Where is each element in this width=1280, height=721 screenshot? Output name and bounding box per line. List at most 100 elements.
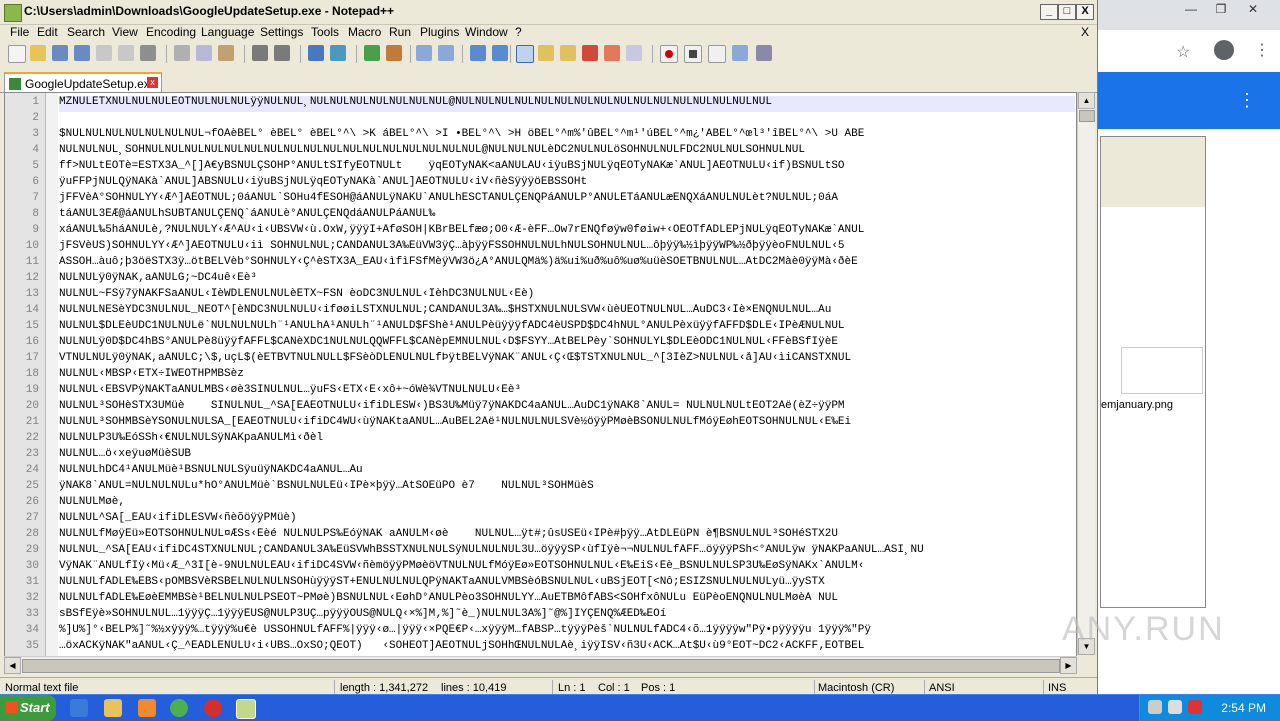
text-line[interactable]: $NULNULNULNULNULNULNUL¬fÕÀèBEL°¯èBEL°¯èB… — [59, 128, 1075, 144]
text-line[interactable]: xáANUL‰5háANULè,?NULNULY‹Æ^ÃU‹i‹UBSVW‹ù.… — [59, 224, 1075, 240]
text-line[interactable]: sBSfÈÿè»SOHNULNUL…1ÿÿÿÇ…1ÿÿÿÈUS@NULP3ÛÇ…… — [59, 608, 1075, 624]
scroll-up-icon[interactable]: ▲ — [1078, 92, 1095, 109]
browser-minimize-button[interactable]: — — [1178, 0, 1204, 18]
opera-icon[interactable] — [204, 699, 222, 717]
menu-settings[interactable]: Settings — [260, 25, 303, 39]
text-line[interactable]: NULNUL‹MBSP‹ETX÷ÌWEOTHPMBSèz — [59, 368, 1075, 384]
text-line[interactable]: NULNULP3Û‰EóSSh‹€NULNULSÿNAKpaANULMì‹ðèl — [59, 432, 1075, 448]
horizontal-scroll-thumb[interactable] — [22, 659, 1060, 673]
text-line[interactable]: NULNULNUL¸SOHNULNULNULNULNULNULNULNULNUL… — [59, 144, 1075, 160]
security-icon[interactable] — [1188, 700, 1202, 714]
file-thumbnail[interactable] — [1121, 347, 1203, 394]
text-line[interactable]: NULNULhDC4¹ANULMüè¹BSNULNULSÿuüÿNAKDC4aA… — [59, 464, 1075, 480]
volume-icon[interactable] — [1168, 700, 1182, 714]
text-line[interactable]: NULNUL$DLEèÜDC1NULNULë`NULNULNULh¨¹ANULh… — [59, 320, 1075, 336]
tab-googleupdatesetup[interactable]: GoogleUpdateSetup.exe x — [4, 72, 162, 94]
text-line[interactable]: jFSVèUS)SOHNULYY‹Æ^]ÃEOTNULU‹iì SOHNULNU… — [59, 240, 1075, 256]
text-line[interactable] — [59, 112, 1075, 128]
menu-search[interactable]: Search — [67, 25, 105, 39]
redo-icon[interactable] — [274, 45, 290, 61]
text-line[interactable]: ff>NULtEOTè=ESTX3À_^[]Ã€yBSNULÇSOHP°ANUL… — [59, 160, 1075, 176]
menu-plugins[interactable]: Plugins — [420, 25, 459, 39]
function-list-icon[interactable] — [582, 45, 598, 61]
vertical-scroll-thumb[interactable] — [1079, 110, 1095, 122]
record-icon[interactable] — [660, 45, 678, 63]
text-line[interactable]: NULNUL‹EBSVPÿNAKTaANULMBS‹øè3SINULNUL…ÿu… — [59, 384, 1075, 400]
horizontal-scrollbar[interactable]: ◀ ▶ — [4, 656, 1077, 674]
save-macro-icon[interactable] — [756, 45, 772, 61]
stop-icon[interactable] — [684, 45, 702, 63]
text-line[interactable]: ÀŠSOH…àuô;þ3öëSTX3ÿ…ötBELVèb°SOHNULY‹Ç^è… — [59, 256, 1075, 272]
sync-v-icon[interactable] — [416, 45, 432, 61]
text-line[interactable]: táANUL3ÉÆ@áANULhSUBTANULÇENQ`áANULè°ANUL… — [59, 208, 1075, 224]
start-button[interactable]: Start — [0, 695, 56, 721]
text-line[interactable]: NULNUL³SOHèSTX3ÛMüè SINULNUL_^ŠÃ[ÉÃEOTNU… — [59, 400, 1075, 416]
menu-window[interactable]: Window — [465, 25, 508, 39]
notepad-plus-plus-taskbar-icon[interactable] — [236, 699, 256, 719]
menu-file[interactable]: File — [10, 25, 29, 39]
text-line[interactable]: NULNUL^ŠÃ[_ÉÃU‹ifiDLESVW‹ñèõöÿÿPMüè) — [59, 512, 1075, 528]
menu-language[interactable]: Language — [201, 25, 254, 39]
folder-workspace-icon[interactable] — [604, 45, 620, 61]
text-line[interactable]: NULNULfÀDLE‰EBS‹pÕMBSVèRSBELNULNULNSOHùÿ… — [59, 576, 1075, 592]
zoom-in-icon[interactable] — [364, 45, 380, 61]
paste-icon[interactable] — [218, 45, 234, 61]
text-line[interactable]: MZNULETXNULNULNULEOTNULNULNULÿÿNULNUL¸NU… — [59, 96, 1075, 112]
text-line[interactable]: ÿuFFPjNULQÿNAKà`ANUL]ÃBSNULU‹iÿuBSjNULÿq… — [59, 176, 1075, 192]
indent-guide-icon[interactable] — [516, 45, 534, 63]
copy-icon[interactable] — [196, 45, 212, 61]
tab-close-icon[interactable]: x — [147, 77, 158, 88]
editor-area[interactable]: 1 MZNULETXNULNULNULEOTNULNULNULÿÿNULNUL¸N… — [4, 92, 1077, 657]
menu-encoding[interactable]: Encoding — [146, 25, 196, 39]
sync-h-icon[interactable] — [438, 45, 454, 61]
play-multi-icon[interactable] — [732, 45, 748, 61]
banner-menu-icon[interactable]: ⋮ — [1238, 90, 1256, 111]
all-chars-icon[interactable] — [492, 45, 508, 61]
text-line[interactable]: …öxACKÿNAK"aANUL‹Ç_^ÈÃDLENULU‹i‹UBS…ÒxSO… — [59, 640, 1075, 656]
menu-run[interactable]: Run — [389, 25, 411, 39]
text-line[interactable]: NULNULfÀDLE‰EøèËMMBSè¹BELNULNULPSEOT~PMø… — [59, 592, 1075, 608]
doc-map-icon[interactable] — [560, 45, 576, 61]
text-line[interactable]: NULNUL…ö‹xeÿuøMüèSUB — [59, 448, 1075, 464]
menu-help[interactable]: ? — [515, 25, 522, 39]
replace-icon[interactable] — [330, 45, 346, 61]
cut-icon[interactable] — [174, 45, 190, 61]
text-line[interactable]: NULNULMøè, — [59, 496, 1075, 512]
text-line[interactable]: %]Ú%]°‹BELP%]˜%½xÿÿÿ%…tÿÿÿ%u€è USSOHNULf… — [59, 624, 1075, 640]
new-icon[interactable] — [8, 45, 26, 63]
open-icon[interactable] — [30, 45, 46, 61]
zoom-out-icon[interactable] — [386, 45, 402, 61]
text-line[interactable]: NULNULÿ0D$DC4hBS°ANULPè8üÿÿfÀFFL$CANèXDC… — [59, 336, 1075, 352]
text-line[interactable]: jFFVèÁ°SOHNULYY‹Æ^]ÃEOTNUL;0áANUL`SOHu4f… — [59, 192, 1075, 208]
play-icon[interactable] — [708, 45, 726, 63]
text-line[interactable]: VÿNAK¨ANULfÏÿ‹Mü‹Æ_^3Í[è-9NULNULÉÃU‹ifiD… — [59, 560, 1075, 576]
vertical-scrollbar[interactable]: ▲ ▼ — [1077, 92, 1095, 655]
menu-macro[interactable]: Macro — [348, 25, 381, 39]
word-wrap-icon[interactable] — [470, 45, 486, 61]
ie-icon[interactable] — [70, 699, 88, 717]
media-player-icon[interactable] — [138, 699, 156, 717]
maximize-button[interactable]: □ — [1058, 4, 1076, 20]
explorer-file-name[interactable]: emjanuary.png — [1101, 399, 1173, 411]
browser-close-button[interactable]: ✕ — [1240, 0, 1266, 18]
undo-icon[interactable] — [252, 45, 268, 61]
text-line[interactable]: ÿNAK8`ANUL=NULNULNULu*hO°ANULMüè`BSNULNU… — [59, 480, 1075, 496]
print-icon[interactable] — [140, 45, 156, 61]
chrome-icon[interactable] — [170, 699, 188, 717]
scroll-left-icon[interactable]: ◀ — [4, 657, 21, 674]
close-icon[interactable] — [96, 45, 112, 61]
text-line[interactable]: NULNUL~FSÿ7ÿNAKFSaANUL‹ÎèWDLENULNULèETX~… — [59, 288, 1075, 304]
browser-menu-icon[interactable]: ⋮ — [1254, 40, 1270, 60]
text-line[interactable]: NULNULfMøÿEü»EOTSOHNULNUL¤ÆSs‹Èèé NULNUL… — [59, 528, 1075, 544]
menu-edit[interactable]: Edit — [37, 25, 58, 39]
save-all-icon[interactable] — [74, 45, 90, 61]
save-icon[interactable] — [52, 45, 68, 61]
text-line[interactable]: NULNUL_^ŠÃ[ÉÃU‹ifiDC4STXNULNUL;CANDANUL3… — [59, 544, 1075, 560]
explorer-icon[interactable] — [104, 699, 122, 717]
minimize-button[interactable]: _ — [1040, 4, 1058, 20]
network-icon[interactable] — [1148, 700, 1162, 714]
profile-icon[interactable] — [1214, 40, 1234, 60]
star-icon[interactable]: ☆ — [1176, 42, 1190, 62]
text-line[interactable]: NULNUL³SOHMBSèYSONULNULŠÃ_[ÉÃEOTNULU‹ifi… — [59, 416, 1075, 432]
document-close-button[interactable]: X — [1081, 25, 1089, 39]
